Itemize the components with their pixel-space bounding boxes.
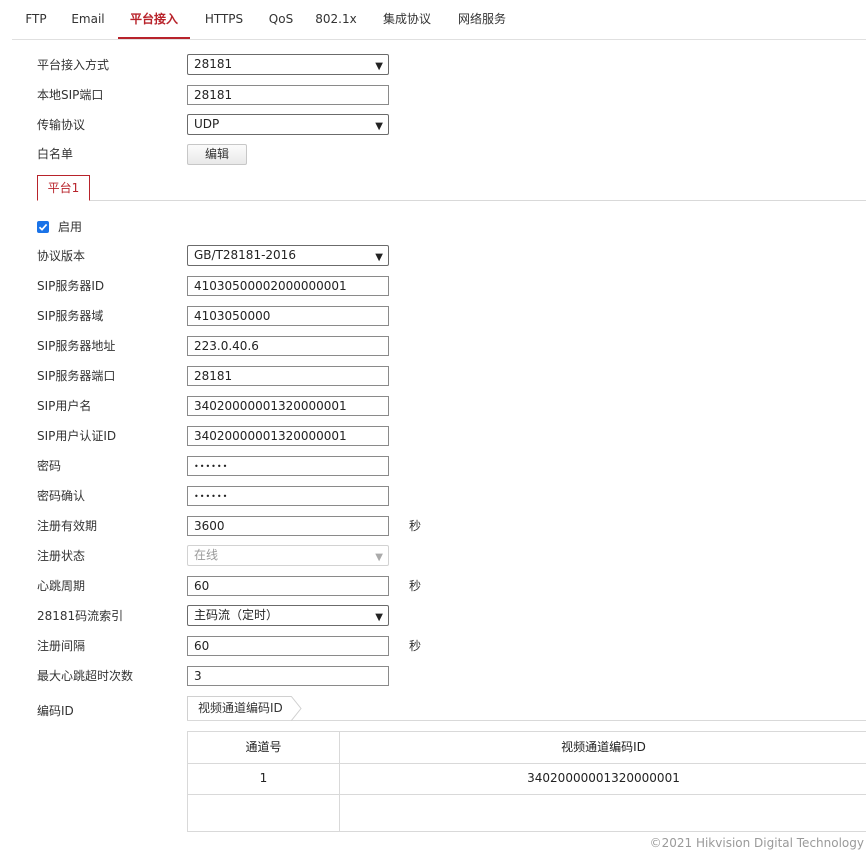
tab-qos[interactable]: QoS bbox=[263, 0, 299, 39]
sip-server-port-label: SIP服务器端口 bbox=[37, 369, 116, 383]
register-interval-label: 注册间隔 bbox=[37, 639, 86, 653]
tab-integration-protocol[interactable]: 集成协议 bbox=[379, 0, 435, 39]
tab-https[interactable]: HTTPS bbox=[198, 0, 250, 39]
register-interval-unit: 秒 bbox=[409, 639, 422, 653]
column-header-channel: 通道号 bbox=[245, 740, 282, 754]
sip-server-domain-input[interactable] bbox=[187, 306, 389, 326]
whitelist-edit-button[interactable]: 编辑 bbox=[187, 144, 247, 165]
stream-index-value: 主码流（定时） bbox=[194, 608, 279, 622]
stream-index-label: 28181码流索引 bbox=[37, 609, 124, 623]
transport-select[interactable]: UDP ▼ bbox=[187, 114, 389, 135]
max-heartbeat-timeout-input[interactable] bbox=[187, 666, 389, 686]
table-cell-channel: 1 bbox=[259, 771, 268, 785]
register-validity-unit: 秒 bbox=[409, 519, 422, 533]
encoding-table: 通道号 视频通道编码ID 1 34020000001320000001 bbox=[187, 731, 866, 832]
heartbeat-period-input[interactable] bbox=[187, 576, 389, 596]
sip-server-address-label: SIP服务器地址 bbox=[37, 339, 116, 353]
password-confirm-input[interactable] bbox=[187, 486, 389, 506]
sip-server-id-label: SIP服务器ID bbox=[37, 279, 105, 293]
transport-value: UDP bbox=[194, 117, 220, 131]
tab-platform-1[interactable]: 平台1 bbox=[37, 175, 90, 201]
check-icon bbox=[38, 223, 48, 231]
access-mode-select[interactable]: 28181 ▼ bbox=[187, 54, 389, 75]
max-heartbeat-timeout-label: 最大心跳超时次数 bbox=[37, 669, 134, 683]
enable-checkbox[interactable] bbox=[37, 221, 49, 233]
top-tab-bar: FTP Email 平台接入 HTTPS QoS 802.1x 集成协议 网络服… bbox=[12, 0, 866, 40]
protocol-version-label: 协议版本 bbox=[37, 249, 86, 263]
transport-label: 传输协议 bbox=[37, 118, 86, 132]
register-status-label: 注册状态 bbox=[37, 549, 86, 563]
local-sip-port-label: 本地SIP端口 bbox=[37, 88, 104, 102]
password-confirm-label: 密码确认 bbox=[37, 489, 86, 503]
protocol-version-value: GB/T28181-2016 bbox=[194, 248, 296, 262]
chevron-down-icon: ▼ bbox=[375, 552, 383, 563]
register-interval-input[interactable] bbox=[187, 636, 389, 656]
table-cell-encoding-id: 34020000001320000001 bbox=[527, 771, 680, 785]
whitelist-label: 白名单 bbox=[37, 147, 74, 161]
chevron-down-icon: ▼ bbox=[375, 121, 383, 132]
tab-network-service[interactable]: 网络服务 bbox=[454, 0, 510, 39]
sip-auth-id-label: SIP用户认证ID bbox=[37, 429, 117, 443]
sip-username-input[interactable] bbox=[187, 396, 389, 416]
enable-label: 启用 bbox=[58, 220, 83, 234]
sip-server-id-input[interactable] bbox=[187, 276, 389, 296]
sip-server-port-input[interactable] bbox=[187, 366, 389, 386]
tab-8021x[interactable]: 802.1x bbox=[315, 0, 357, 39]
tab-email[interactable]: Email bbox=[67, 0, 109, 39]
register-status-value: 在线 bbox=[194, 548, 219, 562]
password-label: 密码 bbox=[37, 459, 62, 473]
tab-video-channel-encoding-id[interactable]: 视频通道编码ID bbox=[187, 696, 291, 720]
access-mode-value: 28181 bbox=[194, 57, 233, 71]
chevron-down-icon: ▼ bbox=[375, 612, 383, 623]
register-status-select: 在线 ▼ bbox=[187, 545, 389, 566]
local-sip-port-input[interactable] bbox=[187, 85, 389, 105]
tab-platform-access[interactable]: 平台接入 bbox=[118, 0, 190, 39]
chevron-down-icon: ▼ bbox=[375, 61, 383, 72]
encoding-id-label: 编码ID bbox=[37, 704, 74, 718]
stream-index-select[interactable]: 主码流（定时） ▼ bbox=[187, 605, 389, 626]
table-column-divider bbox=[339, 732, 340, 832]
encoding-tab-bar: 视频通道编码ID bbox=[187, 696, 866, 721]
protocol-version-select[interactable]: GB/T28181-2016 ▼ bbox=[187, 245, 389, 266]
platform-tab-bar: 平台1 bbox=[37, 175, 866, 201]
table-divider bbox=[188, 794, 866, 795]
sip-auth-id-input[interactable] bbox=[187, 426, 389, 446]
access-mode-label: 平台接入方式 bbox=[37, 58, 110, 72]
tab-arrow-icon bbox=[291, 696, 302, 721]
sip-username-label: SIP用户名 bbox=[37, 399, 92, 413]
register-validity-label: 注册有效期 bbox=[37, 519, 98, 533]
password-input[interactable] bbox=[187, 456, 389, 476]
heartbeat-period-unit: 秒 bbox=[409, 579, 422, 593]
sip-server-domain-label: SIP服务器域 bbox=[37, 309, 104, 323]
chevron-down-icon: ▼ bbox=[375, 252, 383, 263]
sip-server-address-input[interactable] bbox=[187, 336, 389, 356]
column-header-encoding-id: 视频通道编码ID bbox=[561, 740, 646, 754]
heartbeat-period-label: 心跳周期 bbox=[37, 579, 86, 593]
register-validity-input[interactable] bbox=[187, 516, 389, 536]
tab-ftp[interactable]: FTP bbox=[12, 0, 60, 39]
